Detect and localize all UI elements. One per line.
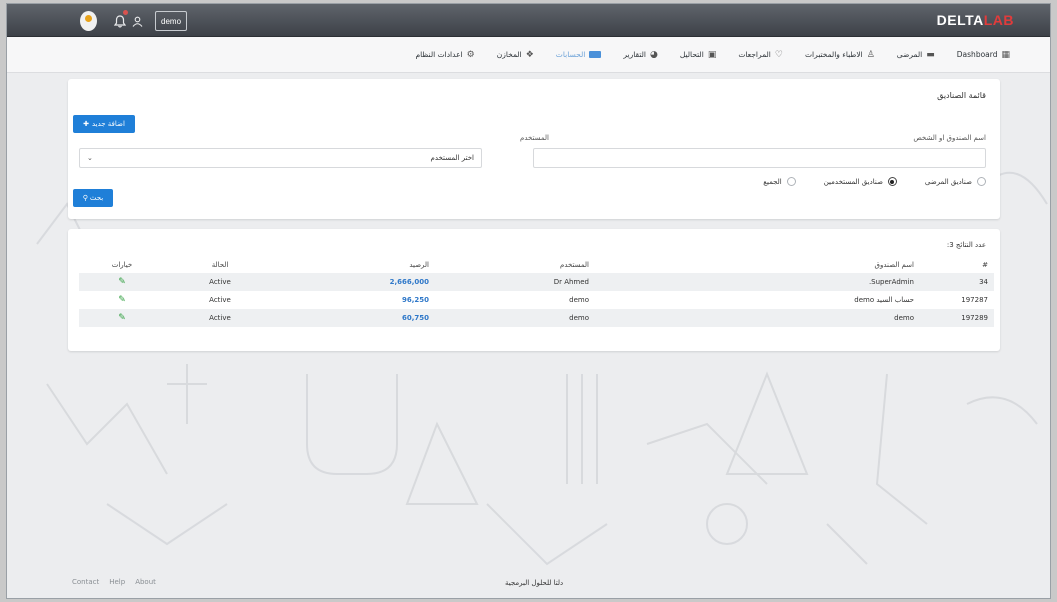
results-card: عدد النتائج 3: خيارات الحالة الرصيد المس… (68, 229, 1000, 351)
footer-company: دلتا للحلول البرمجية (505, 579, 564, 587)
search-button[interactable]: بحث ⚲ (73, 189, 113, 207)
top-bar: demo DELTALAB (7, 4, 1050, 37)
radio-user-funds[interactable]: صناديق المستخدمين (824, 177, 897, 186)
nav-item-reviews[interactable]: ♡ المراجعات (738, 50, 783, 60)
col-number: # (982, 261, 988, 269)
medkit-icon: ▣ (707, 49, 717, 60)
fund-name-input[interactable] (533, 148, 986, 168)
col-state: الحالة (211, 261, 229, 269)
radio-circle-icon (786, 177, 796, 186)
nav-item-reports[interactable]: ◕ التقارير (623, 50, 657, 60)
plus-icon: ✚ (83, 120, 89, 128)
fund-type-radio-group: الجميع صناديق المستخدمين صناديق المرضى (763, 177, 986, 186)
footer-links: Contact Help About (72, 578, 156, 586)
col-balance: الرصيد (409, 261, 429, 269)
table-row[interactable]: ✎ Active 96,250 demo حساب السيد demo 197… (79, 291, 994, 309)
table-row[interactable]: ✎ Active 60,750 demo demo 197289 (79, 309, 994, 327)
edit-pencil-icon[interactable]: ✎ (118, 313, 126, 323)
nav-item-dashboard[interactable]: ▦ Dashboard (957, 50, 1010, 60)
gear-icon: ⚙ (466, 49, 475, 60)
main-nav: ▦ Dashboard ▬ المرضى ♙ الاطباء والمختبرا… (7, 37, 1050, 73)
balance-value[interactable]: 2,666,000 (390, 278, 429, 286)
search-icon: ⚲ (82, 194, 88, 202)
table-header-row: خيارات الحالة الرصيد المستخدم اسم الصندو… (79, 257, 994, 273)
funds-table: خيارات الحالة الرصيد المستخدم اسم الصندو… (79, 257, 994, 327)
fund-name-label: اسم الصندوق او الشخص (913, 134, 986, 142)
user-icon[interactable] (132, 11, 143, 31)
user-label: المستخدم (519, 134, 549, 142)
page-title: قائمة الصناديق (937, 91, 986, 100)
dashboard-icon: ▦ (1001, 49, 1010, 60)
brand-logo: DELTALAB (936, 12, 1014, 28)
cubes-icon: ❖ (525, 49, 534, 60)
app-window: demo DELTALAB ▦ Dashboard ▬ المرضى ♙ الا… (6, 3, 1051, 599)
avatar-logo-icon[interactable] (80, 11, 97, 31)
nav-item-accounts[interactable]: الحسابات (556, 50, 602, 59)
col-options: خيارات (111, 261, 133, 269)
edit-pencil-icon[interactable]: ✎ (118, 277, 126, 287)
radio-checked-icon (887, 177, 897, 186)
bed-icon: ▬ (926, 49, 935, 60)
funds-filter-card: قائمة الصناديق اضافة جديد ✚ اسم الصندوق … (68, 79, 1000, 219)
nav-item-settings[interactable]: ⚙ اعدادات النظام (415, 50, 474, 60)
table-row[interactable]: ✎ Active 2,666,000 Dr Ahmed SuperAdmin. … (79, 273, 994, 291)
pie-chart-icon: ◕ (649, 49, 658, 60)
balance-value[interactable]: 60,750 (402, 314, 429, 322)
footer-link-help[interactable]: Help (109, 578, 125, 586)
add-new-button[interactable]: اضافة جديد ✚ (73, 115, 135, 133)
nav-item-patients[interactable]: ▬ المرضى (897, 50, 935, 60)
bell-icon[interactable] (114, 10, 128, 31)
user-menu-button[interactable]: demo (155, 11, 188, 31)
footer-link-contact[interactable]: Contact (72, 578, 99, 586)
col-user: المستخدم (559, 261, 589, 269)
footer-link-about[interactable]: About (135, 578, 156, 586)
nav-item-tests[interactable]: ▣ التحاليل (680, 50, 717, 60)
radio-patient-funds[interactable]: صناديق المرضى (925, 177, 986, 186)
nav-item-doctors-labs[interactable]: ♙ الاطباء والمختبرات (805, 50, 875, 60)
footer: Contact Help About دلتا للحلول البرمجية (7, 570, 1050, 598)
heartbeat-icon: ♡ (774, 49, 783, 60)
edit-pencil-icon[interactable]: ✎ (118, 295, 126, 305)
balance-value[interactable]: 96,250 (402, 296, 429, 304)
nav-item-stores[interactable]: ❖ المخازن (497, 50, 534, 60)
radio-all[interactable]: الجميع (763, 177, 796, 186)
chevron-down-icon: ⌄ (87, 154, 93, 162)
results-count: عدد النتائج 3: (946, 241, 986, 249)
col-fund-name: اسم الصندوق (874, 261, 914, 269)
radio-circle-icon (977, 177, 986, 186)
doctor-icon: ♙ (866, 49, 875, 60)
user-select[interactable]: اختر المستخدم ⌄ (79, 148, 482, 168)
money-icon (589, 51, 602, 58)
